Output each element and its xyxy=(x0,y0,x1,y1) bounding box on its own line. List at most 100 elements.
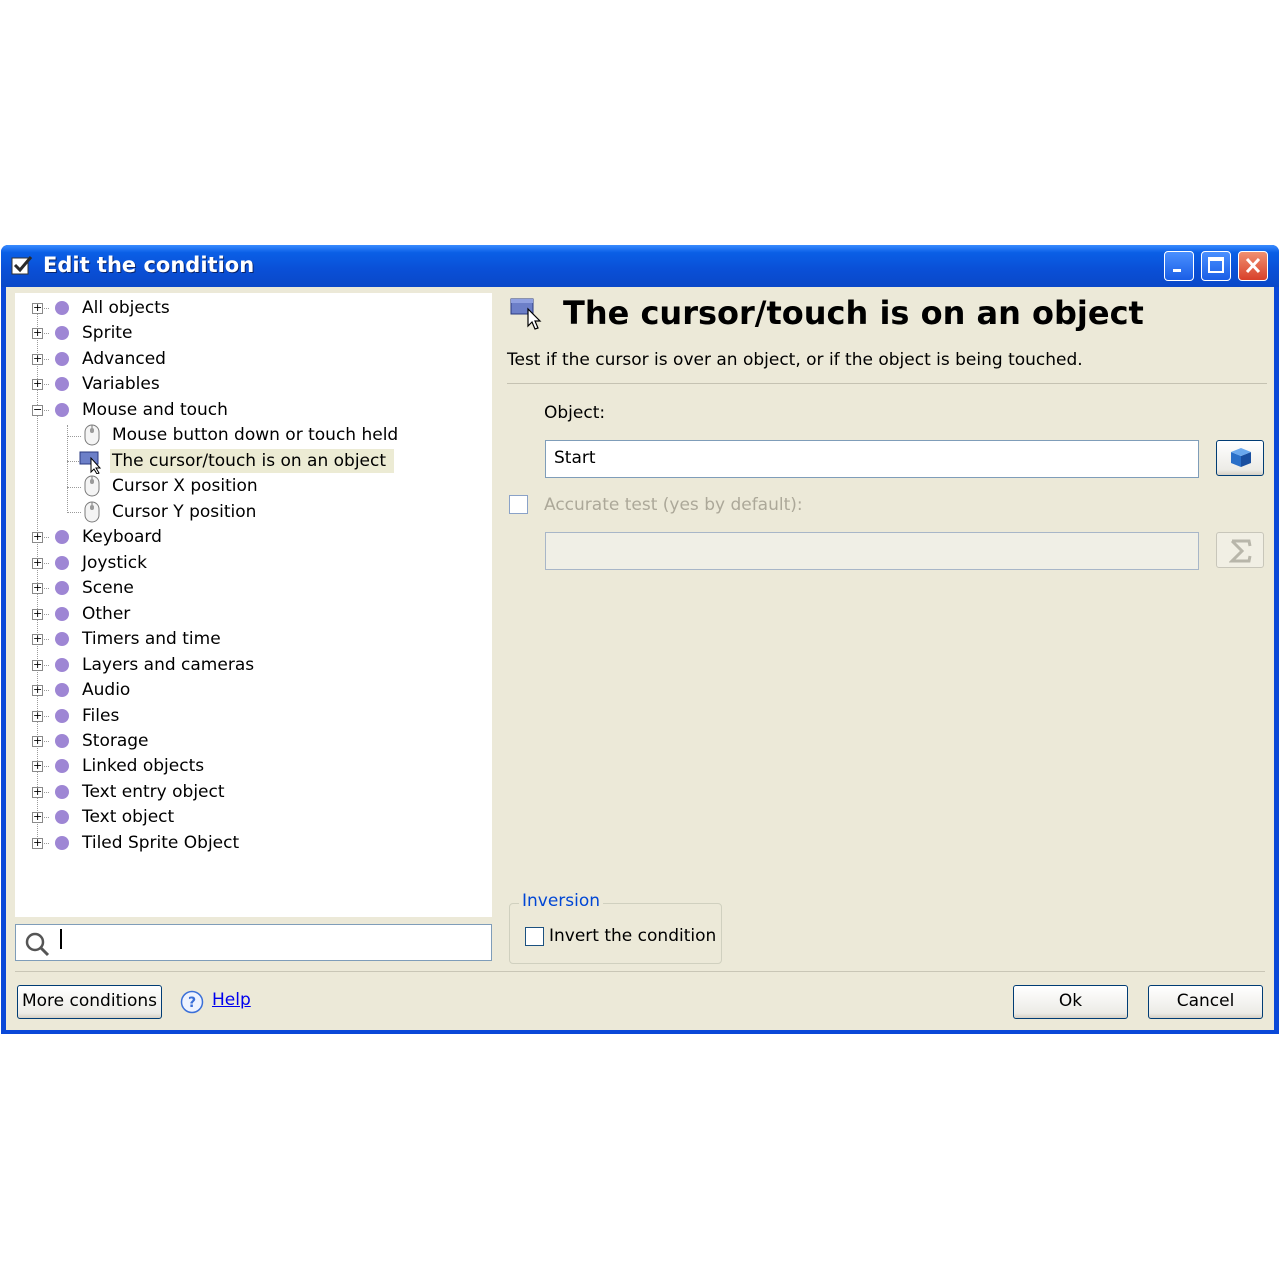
mouse-icon xyxy=(84,424,100,446)
circle-bullet-icon xyxy=(55,632,69,646)
footer-divider xyxy=(15,971,1265,972)
tree-item-label: Layers and cameras xyxy=(82,655,255,675)
tree-item-label: The cursor/touch is on an object xyxy=(110,449,395,473)
minimize-icon xyxy=(1173,269,1181,272)
tree-item-tiled-sprite-object[interactable]: + Tiled Sprite Object xyxy=(15,831,485,855)
tree-item-label: Advanced xyxy=(82,349,166,369)
circle-bullet-icon xyxy=(55,683,69,697)
maximize-icon xyxy=(1208,257,1224,273)
search-box[interactable] xyxy=(15,924,492,961)
circle-bullet-icon xyxy=(55,301,69,315)
inversion-group-title: Inversion xyxy=(519,891,604,911)
circle-bullet-icon xyxy=(55,377,69,391)
tree-item-label: Keyboard xyxy=(82,527,162,547)
expand-icon[interactable]: + xyxy=(32,608,43,620)
expression-editor-button[interactable] xyxy=(1216,532,1264,568)
cursor-over-object-icon xyxy=(79,451,102,474)
circle-bullet-icon xyxy=(55,556,69,570)
tree-item-label: All objects xyxy=(82,298,170,318)
search-icon xyxy=(25,932,50,957)
tree-item-linked-objects[interactable]: + Linked objects xyxy=(15,754,485,778)
circle-bullet-icon xyxy=(55,530,69,544)
close-icon xyxy=(1245,257,1261,274)
expand-icon[interactable]: + xyxy=(32,633,43,645)
tree-item-label: Storage xyxy=(82,731,149,751)
circle-bullet-icon xyxy=(55,785,69,799)
object-picker-icon xyxy=(1231,448,1251,467)
expand-icon[interactable]: + xyxy=(32,684,43,696)
circle-bullet-icon xyxy=(55,326,69,340)
tree-item-all-objects[interactable]: + All objects xyxy=(15,296,485,320)
circle-bullet-icon xyxy=(55,581,69,595)
tree-item-label: Linked objects xyxy=(82,756,205,776)
tree-item-label: Mouse and touch xyxy=(82,400,228,420)
accurate-test-input[interactable] xyxy=(545,532,1199,570)
title-bar[interactable]: Edit the condition xyxy=(1,245,1279,287)
expand-icon[interactable]: + xyxy=(32,710,43,722)
maximize-button[interactable] xyxy=(1201,251,1231,281)
mouse-icon xyxy=(84,475,100,497)
object-input[interactable]: Start xyxy=(545,440,1199,478)
close-button[interactable] xyxy=(1238,251,1268,281)
help-link[interactable]: Help xyxy=(212,990,251,1010)
tree-item-label: Cursor Y position xyxy=(112,502,257,522)
expand-icon[interactable]: + xyxy=(32,582,43,594)
expand-icon[interactable]: + xyxy=(32,302,43,314)
accurate-test-checkbox[interactable] xyxy=(509,495,528,514)
circle-bullet-icon xyxy=(55,709,69,723)
expand-icon[interactable]: + xyxy=(32,557,43,569)
expand-icon[interactable]: + xyxy=(32,837,43,849)
expand-icon[interactable]: + xyxy=(32,378,43,390)
tree-item-text-object[interactable]: + Text object xyxy=(15,805,485,829)
divider xyxy=(507,383,1267,384)
expand-icon[interactable]: + xyxy=(32,811,43,823)
tree-item-timers-and-time[interactable]: + Timers and time xyxy=(15,627,485,651)
object-label: Object: xyxy=(544,403,606,423)
tree-item-cursor-x[interactable]: Cursor X position xyxy=(15,474,485,498)
tree-item-files[interactable]: + Files xyxy=(15,704,485,728)
tree-item-variables[interactable]: + Variables xyxy=(15,372,485,396)
tree-item-mouse-and-touch[interactable]: − Mouse and touch xyxy=(15,398,485,422)
expand-icon[interactable]: + xyxy=(32,735,43,747)
more-conditions-button[interactable]: More conditions xyxy=(17,985,162,1019)
expand-icon[interactable]: + xyxy=(32,531,43,543)
invert-condition-label[interactable]: Invert the condition xyxy=(549,926,716,946)
tree-item-cursor-on-object[interactable]: The cursor/touch is on an object xyxy=(15,449,485,474)
tree-item-advanced[interactable]: + Advanced xyxy=(15,347,485,371)
tree-item-sprite[interactable]: + Sprite xyxy=(15,321,485,345)
condition-title: The cursor/touch is on an object xyxy=(563,294,1144,332)
expand-icon[interactable]: + xyxy=(32,786,43,798)
tree-item-other[interactable]: + Other xyxy=(15,602,485,626)
tree-item-cursor-y[interactable]: Cursor Y position xyxy=(15,500,485,524)
circle-bullet-icon xyxy=(55,734,69,748)
cancel-button[interactable]: Cancel xyxy=(1148,985,1263,1019)
tree-item-label: Sprite xyxy=(82,323,133,343)
expand-icon[interactable]: + xyxy=(32,659,43,671)
tree-item-layers-and-cameras[interactable]: + Layers and cameras xyxy=(15,653,485,677)
tree-item-mouse-button-down[interactable]: Mouse button down or touch held xyxy=(15,423,485,447)
tree-item-audio[interactable]: + Audio xyxy=(15,678,485,702)
ok-button[interactable]: Ok xyxy=(1013,985,1128,1019)
circle-bullet-icon xyxy=(55,607,69,621)
window-title: Edit the condition xyxy=(43,253,255,277)
tree-item-text-entry-object[interactable]: + Text entry object xyxy=(15,780,485,804)
tree-item-joystick[interactable]: + Joystick xyxy=(15,551,485,575)
circle-bullet-icon xyxy=(55,352,69,366)
tree-item-scene[interactable]: + Scene xyxy=(15,576,485,600)
tree-item-label: Scene xyxy=(82,578,134,598)
collapse-icon[interactable]: − xyxy=(32,404,43,416)
tree-item-label: Text object xyxy=(82,807,175,827)
circle-bullet-icon xyxy=(55,403,69,417)
expand-icon[interactable]: + xyxy=(32,353,43,365)
expand-icon[interactable]: + xyxy=(32,760,43,772)
cursor-over-object-icon xyxy=(510,298,542,330)
tree-item-keyboard[interactable]: + Keyboard xyxy=(15,525,485,549)
tree-item-storage[interactable]: + Storage xyxy=(15,729,485,753)
object-picker-button[interactable] xyxy=(1216,440,1264,476)
condition-tree[interactable]: + All objects + Sprite + Advanced + Vari… xyxy=(15,293,492,917)
help-icon[interactable]: ? xyxy=(180,990,204,1014)
invert-condition-checkbox[interactable] xyxy=(525,927,544,946)
expand-icon[interactable]: + xyxy=(32,327,43,339)
sigma-icon xyxy=(1229,539,1252,563)
minimize-button[interactable] xyxy=(1164,251,1194,281)
